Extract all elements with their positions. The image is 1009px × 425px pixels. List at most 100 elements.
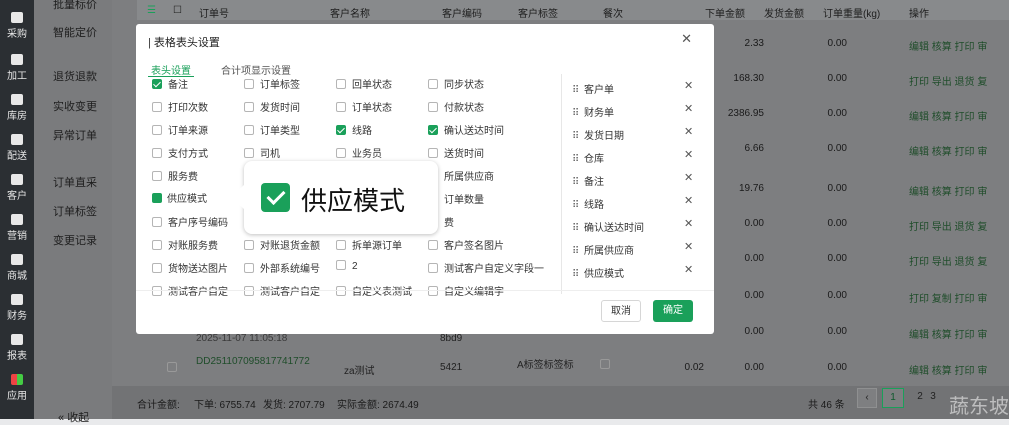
column-checkbox[interactable]: 支付方式	[152, 145, 208, 160]
checkbox-empty-icon	[244, 286, 254, 296]
subnav-item[interactable]: 智能定价	[53, 24, 97, 40]
selected-column-item[interactable]: ⠿ 确认送达时间	[572, 219, 644, 234]
sidebar-item-marketing[interactable]: 营销	[0, 214, 34, 242]
column-checkbox[interactable]: 服务费	[152, 168, 198, 183]
drag-handle-icon[interactable]: ⠿	[572, 85, 579, 96]
prev-page-button[interactable]: ‹	[857, 388, 877, 408]
selected-column-item[interactable]: ⠿ 线路	[572, 196, 604, 211]
collapse-button[interactable]: « 收起	[58, 409, 89, 425]
remove-column-icon[interactable]: ✕	[684, 171, 693, 184]
row-actions[interactable]: 打印 导出 退货 复	[909, 253, 987, 268]
selected-column-item[interactable]: ⠿ 所属供应商	[572, 242, 634, 257]
subnav-item[interactable]: 实收变更	[53, 98, 97, 114]
row-actions[interactable]: 编辑 核算 打印 审	[909, 183, 987, 198]
selected-column-item[interactable]: ⠿ 仓库	[572, 150, 604, 165]
remove-column-icon[interactable]: ✕	[684, 194, 693, 207]
remove-column-icon[interactable]: ✕	[684, 148, 693, 161]
remove-column-icon[interactable]: ✕	[684, 79, 693, 92]
order-number-link[interactable]: DD251107095817741772	[196, 356, 310, 367]
column-checkbox[interactable]: 拆单源订单	[336, 237, 402, 252]
column-checkbox[interactable]: 订单来源	[152, 122, 208, 137]
column-checkbox[interactable]: 业务员	[336, 145, 382, 160]
column-checkbox[interactable]: 订单标签	[244, 76, 300, 91]
remove-column-icon[interactable]: ✕	[684, 263, 693, 276]
sidebar-item-process[interactable]: 加工	[0, 54, 34, 82]
row-checkbox[interactable]	[167, 362, 177, 372]
drag-handle-icon[interactable]: ⠿	[572, 108, 579, 119]
checkbox-label: 对账服务费	[168, 241, 218, 252]
column-checkbox[interactable]: 回单状态	[336, 76, 392, 91]
column-checkbox[interactable]: 发货时间	[244, 99, 300, 114]
column-checkbox[interactable]: 外部系统编号	[244, 260, 320, 275]
column-checkbox[interactable]: 订单类型	[244, 122, 300, 137]
row-actions[interactable]: 编辑 核算 打印 审	[909, 326, 987, 341]
drag-handle-icon[interactable]: ⠿	[572, 154, 579, 165]
selected-column-item[interactable]: ⠿ 发货日期	[572, 127, 624, 142]
subnav-item[interactable]: 变更记录	[53, 232, 97, 248]
close-icon[interactable]: ✕	[681, 31, 692, 47]
drag-handle-icon[interactable]: ⠿	[572, 269, 579, 280]
row-actions[interactable]: 编辑 核算 打印 审	[909, 143, 987, 158]
highlighted-checkbox-supply-mode[interactable]: 供应模式	[147, 189, 217, 210]
cancel-button[interactable]: 取消	[601, 300, 641, 322]
page-3-button[interactable]: 3	[926, 388, 940, 408]
row-actions[interactable]: 编辑 核算 打印 审	[909, 108, 987, 123]
column-checkbox[interactable]: 线路	[336, 122, 372, 137]
column-checkbox[interactable]: 客户序号编码	[152, 214, 228, 229]
column-checkbox[interactable]: 测试客户自定义字段一	[428, 260, 544, 275]
sidebar-item-mall[interactable]: 商城	[0, 254, 34, 282]
column-checkbox[interactable]: 备注	[152, 76, 188, 91]
column-checkbox[interactable]: 确认送达时间	[428, 122, 504, 137]
drag-handle-icon[interactable]: ⠿	[572, 177, 579, 188]
subnav-item[interactable]: 批量标价	[53, 0, 97, 12]
remove-column-icon[interactable]: ✕	[684, 102, 693, 115]
selected-column-item[interactable]: ⠿ 备注	[572, 173, 604, 188]
sidebar-item-apps[interactable]: 应用	[0, 374, 34, 402]
row-actions[interactable]: 编辑 核算 打印 审	[909, 362, 987, 377]
select-all-checkbox[interactable]: ☐	[173, 5, 182, 16]
row-actions[interactable]: 打印 导出 退货 复	[909, 218, 987, 233]
row-actions[interactable]: 编辑 核算 打印 审	[909, 38, 987, 53]
column-checkbox[interactable]: 同步状态	[428, 76, 484, 91]
subnav-item[interactable]: 退货退款	[53, 68, 97, 84]
tab-column-settings[interactable]: 表头设置	[151, 62, 191, 77]
remove-column-icon[interactable]: ✕	[684, 125, 693, 138]
confirm-button[interactable]: 确定	[653, 300, 693, 322]
drag-handle-icon[interactable]: ⠿	[572, 131, 579, 142]
row-checkbox[interactable]	[600, 359, 610, 369]
page-1-button[interactable]: 1	[882, 388, 904, 408]
sidebar-item-warehouse[interactable]: 库房	[0, 94, 34, 122]
column-checkbox[interactable]: 司机	[244, 145, 280, 160]
row-actions[interactable]: 打印 导出 退货 复	[909, 73, 987, 88]
column-checkbox[interactable]: 送货时间	[428, 145, 484, 160]
subnav-item[interactable]: 异常订单	[53, 127, 97, 143]
column-checkbox[interactable]: 货物送达图片	[152, 260, 228, 275]
subnav-item[interactable]: 订单直采	[53, 174, 97, 190]
selected-column-item[interactable]: ⠿ 客户单	[572, 81, 614, 96]
sidebar-item-customer[interactable]: 客户	[0, 174, 34, 202]
drag-handle-icon[interactable]: ⠿	[572, 223, 579, 234]
sidebar-item-finance[interactable]: 财务	[0, 294, 34, 322]
selected-column-item[interactable]: ⠿ 财务单	[572, 104, 614, 119]
drag-handle-icon[interactable]: ⠿	[572, 200, 579, 211]
column-checkbox[interactable]: 客户签名图片	[428, 237, 504, 252]
sidebar-item-delivery[interactable]: 配送	[0, 134, 34, 162]
remove-column-icon[interactable]: ✕	[684, 240, 693, 253]
sidebar-item-purchase[interactable]: 采购	[0, 12, 34, 40]
column-checkbox[interactable]: 打印次数	[152, 99, 208, 114]
drag-handle-icon[interactable]: ⠿	[572, 246, 579, 257]
column-checkbox[interactable]: 订单状态	[336, 99, 392, 114]
column-checkbox[interactable]: 付款状态	[428, 99, 484, 114]
column-checkbox[interactable]: 2	[336, 260, 358, 274]
sidebar-item-report[interactable]: 报表	[0, 334, 34, 362]
column-checkbox[interactable]: 对账服务费	[152, 237, 218, 252]
row-actions[interactable]: 打印 复制 打印 审	[909, 290, 987, 305]
column-checkbox[interactable]: 对账退货金额	[244, 237, 320, 252]
tab-summary-settings[interactable]: 合计项显示设置	[221, 62, 291, 77]
remove-column-icon[interactable]: ✕	[684, 217, 693, 230]
column-menu-icon[interactable]: ☰	[147, 5, 156, 16]
selected-column-item[interactable]: ⠿ 供应模式	[572, 265, 624, 280]
collapse-icon: «	[58, 412, 68, 424]
report-icon	[11, 334, 23, 345]
subnav-item[interactable]: 订单标签	[53, 203, 97, 219]
